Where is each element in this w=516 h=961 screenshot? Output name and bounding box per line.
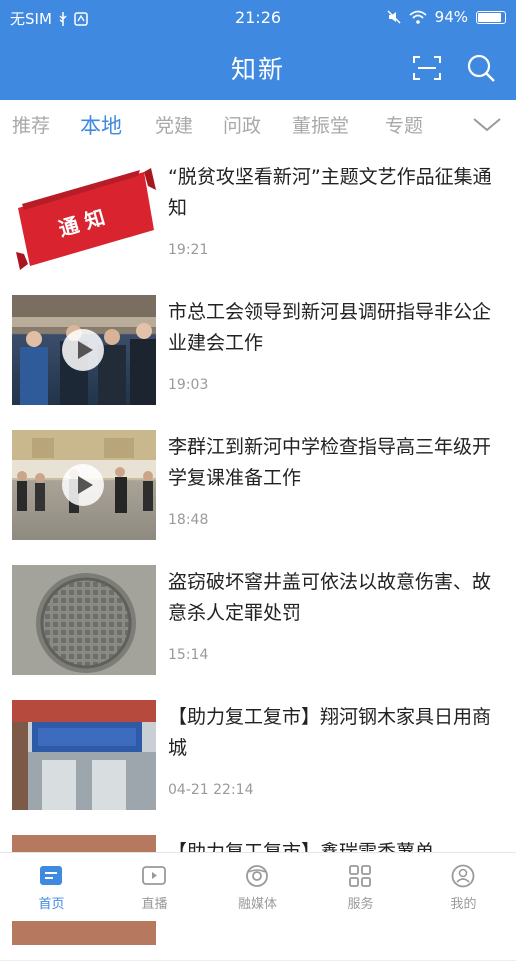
grid-icon [349,865,371,887]
search-icon[interactable] [466,53,496,83]
battery-fill [478,12,501,22]
news-title: “脱贫攻坚看新河”主题文艺作品征集通知 [168,166,492,219]
status-bar: 无SIM 21:26 94% [0,0,516,34]
tab-recommend[interactable]: 推荐 [12,111,50,138]
battery-percent: 94% [434,8,468,26]
nav-services-label: 服务 [347,897,374,912]
news-time: 15:14 [168,647,209,663]
nav-home-label: 首页 [38,897,65,912]
tab-party[interactable]: 党建 [155,111,193,138]
nav-services[interactable]: 服务 [309,853,412,921]
media-icon [246,865,268,887]
news-item[interactable]: 通 知 “脱贫攻坚看新河”主题文艺作品征集通知 19:21 [0,150,516,286]
news-thumbnail [12,700,156,810]
news-item[interactable]: 盗窃破坏窨井盖可依法以故意伤害、故意杀人定罪处罚 15:14 [0,555,516,691]
bottom-navigation: 首页 直播 融媒体 服务 我的 [0,852,516,921]
news-thumbnail [12,565,156,675]
news-time: 04-21 22:14 [168,782,254,798]
mute-icon [387,10,401,24]
manhole-cover-image [12,565,156,675]
news-thumbnail [12,430,156,540]
news-item[interactable]: 【助力复工复市】翔河钢木家具日用商城 04-21 22:14 [0,690,516,826]
news-time: 18:48 [168,512,209,528]
nav-profile-label: 我的 [450,897,477,912]
storefront-image [12,700,156,810]
news-title: 市总工会领导到新河县调研指导非公企业建会工作 [168,301,492,354]
profile-icon [451,864,475,888]
home-icon [40,866,62,885]
tab-dong-zhentang[interactable]: 董振堂 [292,111,349,138]
scan-icon[interactable] [412,54,442,82]
play-icon[interactable] [62,464,104,506]
tab-local[interactable]: 本地 [80,110,122,140]
nav-home[interactable]: 首页 [0,853,103,921]
status-right: 94% [387,8,506,26]
nav-live-label: 直播 [141,897,168,912]
news-title: 【助力复工复市】翔河钢木家具日用商城 [168,706,492,759]
chevron-down-icon[interactable] [470,112,504,136]
nav-profile[interactable]: 我的 [412,853,515,921]
nav-media[interactable]: 融媒体 [206,853,309,921]
tab-topics[interactable]: 专题 [385,111,423,138]
news-thumbnail [12,295,156,405]
news-title: 盗窃破坏窨井盖可依法以故意伤害、故意杀人定罪处罚 [168,571,492,624]
wifi-icon [409,10,427,24]
nav-live[interactable]: 直播 [103,853,206,921]
notice-banner-image: 通 知 [16,168,156,270]
category-tabs: 推荐 本地 党建 问政 董振堂 专题 [0,100,516,151]
live-tv-icon [142,866,166,885]
news-title: 李群江到新河中学检查指导高三年级开学复课准备工作 [168,436,492,489]
play-icon[interactable] [62,329,104,371]
battery-icon [476,10,506,24]
app-bar: 知新 [0,34,516,100]
news-time: 19:21 [168,242,209,258]
news-item[interactable]: 市总工会领导到新河县调研指导非公企业建会工作 19:03 [0,285,516,421]
news-thumbnail: 通 知 [12,160,156,270]
tab-inquiry[interactable]: 问政 [223,111,261,138]
news-time: 19:03 [168,377,209,393]
nav-media-label: 融媒体 [237,897,277,912]
news-item[interactable]: 李群江到新河中学检查指导高三年级开学复课准备工作 18:48 [0,420,516,556]
